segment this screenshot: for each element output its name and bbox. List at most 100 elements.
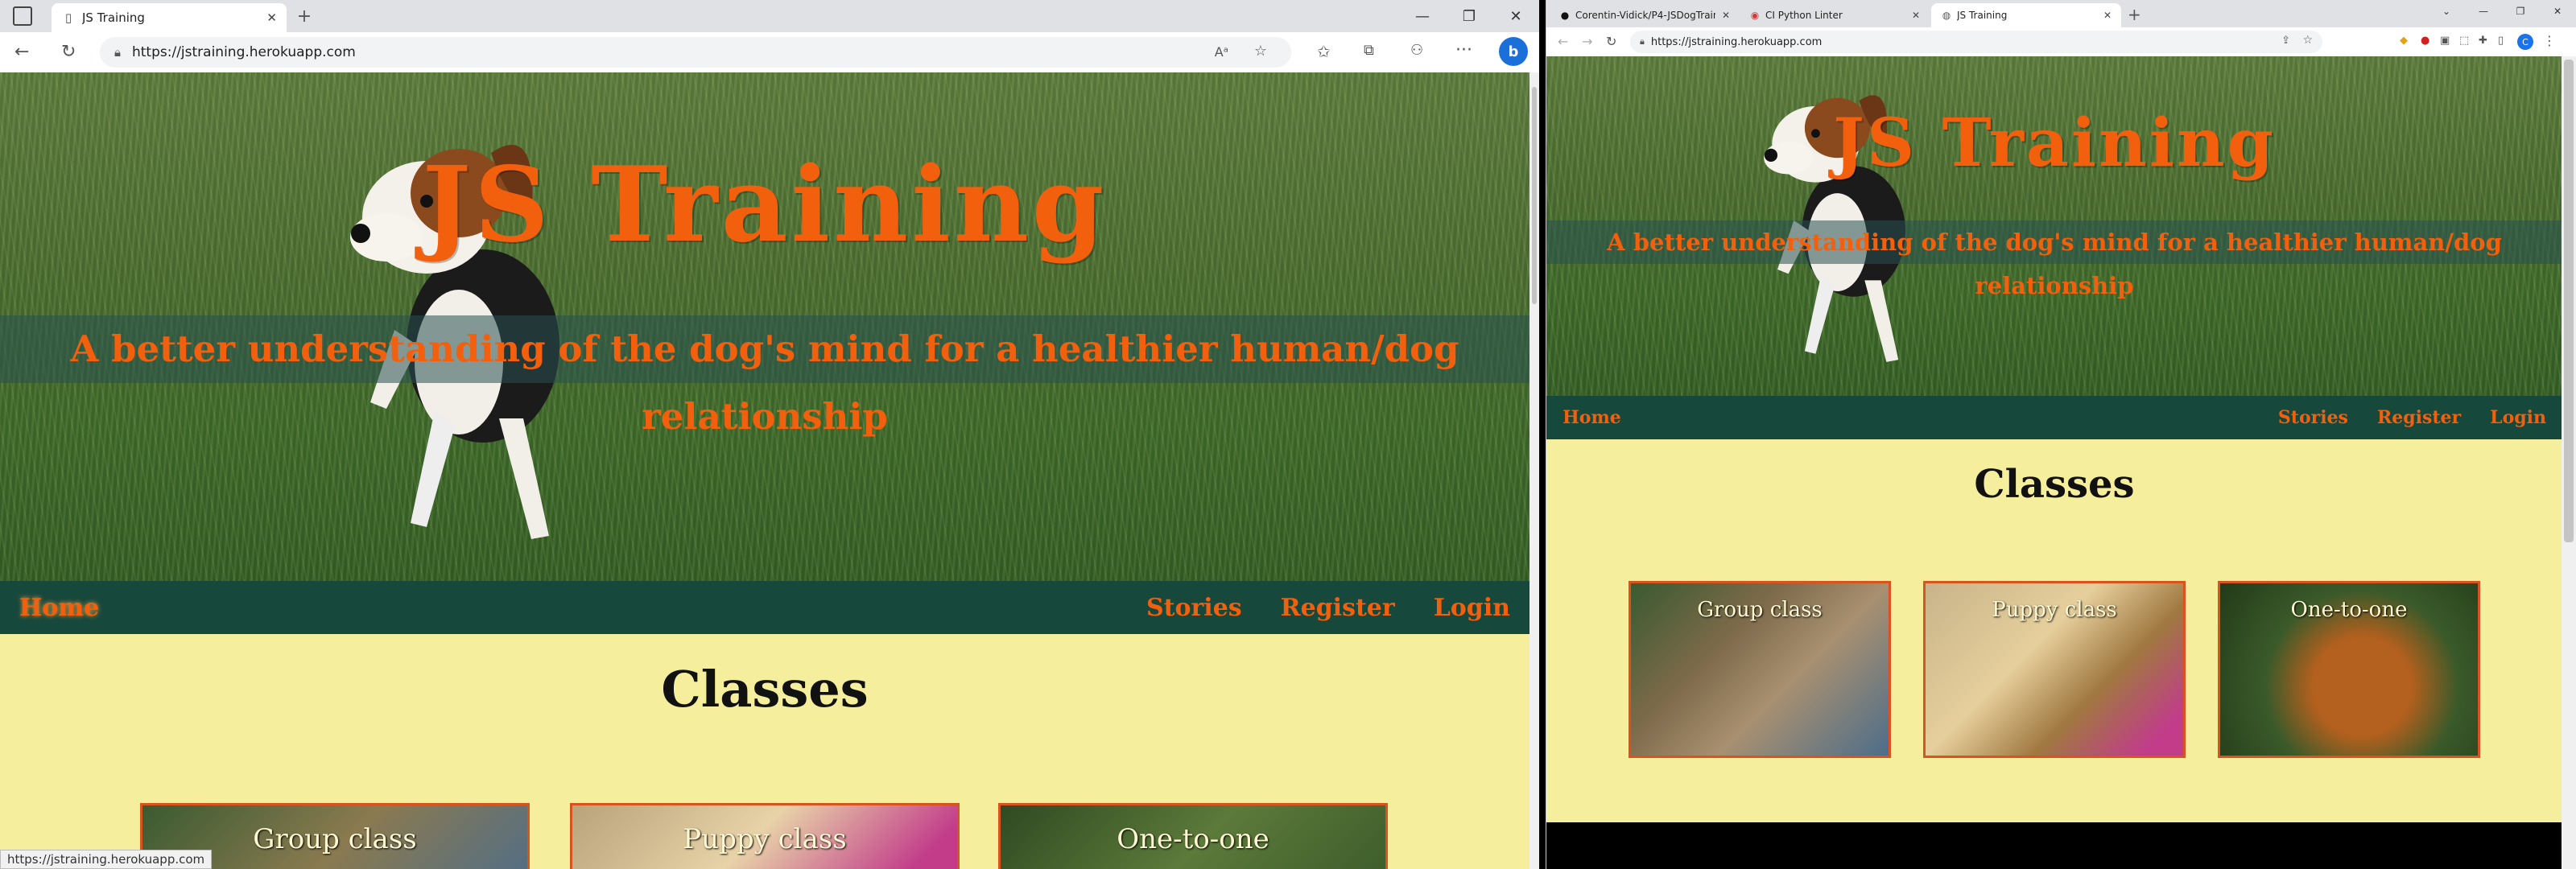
section-title: Classes	[661, 660, 869, 719]
copilot-icon[interactable]: b	[1499, 37, 1528, 66]
extension-4-icon[interactable]: ⬚	[2459, 35, 2469, 47]
share-icon[interactable]: ⇪	[2281, 35, 2290, 47]
hero-banner: JS Training A better understanding of th…	[1546, 56, 2562, 396]
tab-github[interactable]: ● Corentin-Vidick/P4-JSDogTrainin ✕	[1550, 3, 1740, 27]
extension-2-icon[interactable]: ●	[2421, 35, 2429, 47]
collections-icon[interactable]: ⧉	[1364, 42, 1374, 59]
tab-python-linter[interactable]: ◉ CI Python Linter ✕	[1740, 3, 1930, 27]
class-label: Puppy class	[683, 823, 847, 855]
class-card-puppy[interactable]: Puppy class	[1923, 581, 2186, 758]
tab-title: JS Training	[82, 10, 145, 25]
new-tab-icon[interactable]: +	[2128, 5, 2141, 24]
github-icon: ●	[1560, 10, 1570, 21]
section-title: Classes	[1974, 462, 2135, 507]
nav-register[interactable]: Register	[2377, 407, 2461, 428]
class-card-puppy[interactable]: Puppy class	[570, 803, 960, 869]
tab-title: Corentin-Vidick/P4-JSDogTrainin	[1575, 10, 1715, 21]
url-text: https://jstraining.herokuapp.com	[1650, 35, 1823, 48]
tagline: A better understanding of the dog's mind…	[1546, 220, 2562, 299]
nav-stories[interactable]: Stories	[2278, 407, 2348, 428]
tab-title: CI Python Linter	[1765, 10, 1843, 21]
browser-toolbar: ← ↻ 🔒︎ https://jstraining.herokuapp.com …	[0, 32, 1539, 72]
left-browser-window: ▯ JS Training ✕ + — ❐ ✕ ← ↻ 🔒︎ https://j…	[0, 0, 1539, 869]
lock-icon: 🔒︎	[1640, 36, 1645, 47]
side-panel-icon[interactable]: ▯	[2498, 35, 2504, 47]
class-card-one-to-one[interactable]: One-to-one	[998, 803, 1388, 869]
class-card-one-to-one[interactable]: One-to-one	[2218, 581, 2480, 758]
refresh-icon[interactable]: ↻	[1606, 34, 1616, 49]
right-scrollbar[interactable]	[2562, 56, 2576, 869]
linter-icon: ◉	[1750, 10, 1760, 21]
close-window-icon[interactable]: ✕	[1492, 0, 1539, 32]
profile-avatar[interactable]: C	[2517, 34, 2533, 50]
tab-bar: ● Corentin-Vidick/P4-JSDogTrainin ✕ ◉ CI…	[1546, 0, 2576, 27]
close-tab-icon[interactable]: ✕	[1722, 10, 1730, 21]
right-browser-window: ● Corentin-Vidick/P4-JSDogTrainin ✕ ◉ CI…	[1546, 0, 2576, 869]
classes-section: Classes Group class Puppy class One-to-o…	[0, 634, 1530, 869]
tab-js-training[interactable]: ▯ JS Training ✕	[52, 3, 287, 32]
add-favorite-icon[interactable]: ☆	[1254, 43, 1267, 60]
refresh-icon[interactable]: ↻	[61, 42, 76, 62]
extensions-puzzle-icon[interactable]: ✚	[2479, 35, 2487, 47]
nav-right-group: Stories Register Login	[2278, 407, 2546, 428]
tab-title: JS Training	[1957, 10, 2008, 21]
address-bar[interactable]: 🔒︎ https://jstraining.herokuapp.com ⇪ ☆	[1630, 31, 2322, 53]
right-page-viewport: JS Training A better understanding of th…	[1546, 56, 2562, 869]
maximize-icon[interactable]: ❐	[2502, 0, 2539, 23]
class-card-group[interactable]: Group class	[1629, 581, 1891, 758]
url-text: https://jstraining.herokuapp.com	[131, 44, 356, 60]
tab-search-icon[interactable]: ⌄	[2428, 0, 2465, 23]
back-icon[interactable]: ←	[1558, 34, 1568, 49]
maximize-icon[interactable]: ❐	[1446, 0, 1492, 32]
class-label: Puppy class	[1992, 598, 2117, 622]
window-controls: ⌄ — ❐ ✕	[2428, 0, 2576, 27]
site-title: JS Training	[422, 145, 1108, 266]
tagline: A better understanding of the dog's mind…	[0, 315, 1530, 438]
new-tab-icon[interactable]: +	[293, 5, 316, 27]
class-label: Group class	[1697, 598, 1823, 622]
close-tab-icon[interactable]: ✕	[1912, 10, 1920, 21]
page-footer-area	[1546, 822, 2562, 869]
extension-1-icon[interactable]: ◆	[2400, 35, 2408, 47]
nav-register[interactable]: Register	[1281, 594, 1395, 622]
main-nav: Home Stories Register Login	[0, 581, 1530, 634]
tab-bar: ▯ JS Training ✕ + — ❐ ✕	[0, 0, 1539, 32]
minimize-icon[interactable]: —	[2465, 0, 2502, 23]
globe-icon: ◍	[1942, 10, 1951, 21]
bookmark-star-icon[interactable]: ☆	[2302, 34, 2313, 47]
close-tab-icon[interactable]: ✕	[266, 10, 277, 25]
favorites-icon[interactable]: ✩	[1317, 42, 1331, 61]
classes-section: Classes Group class Puppy class One-to-o…	[1546, 439, 2562, 822]
site-title: JS Training	[1833, 105, 2276, 182]
nav-login[interactable]: Login	[1434, 594, 1510, 622]
tab-actions-icon[interactable]	[13, 6, 32, 26]
nav-login[interactable]: Login	[2490, 407, 2546, 428]
close-window-icon[interactable]: ✕	[2539, 0, 2576, 23]
page-icon: ▯	[64, 10, 72, 25]
more-menu-icon[interactable]: ⋮	[2543, 33, 2556, 48]
back-icon[interactable]: ←	[14, 42, 29, 62]
tab-js-training[interactable]: ◍ JS Training ✕	[1931, 3, 2121, 27]
scrollbar-thumb[interactable]	[1532, 87, 1537, 304]
left-scrollbar[interactable]	[1530, 72, 1539, 869]
more-menu-icon[interactable]: ···	[1455, 40, 1472, 60]
main-nav: Home Stories Register Login	[1546, 396, 2562, 439]
nav-home[interactable]: Home	[1563, 407, 1621, 428]
close-tab-icon[interactable]: ✕	[2103, 10, 2112, 21]
read-aloud-icon[interactable]: Aᵃ	[1215, 44, 1228, 60]
class-label: One-to-one	[1117, 823, 1269, 855]
nav-right-group: Stories Register Login	[1146, 594, 1510, 622]
left-page-viewport: JS Training A better understanding of th…	[0, 72, 1530, 869]
address-bar[interactable]: 🔒︎ https://jstraining.herokuapp.com Aᵃ ☆	[100, 37, 1291, 68]
extension-3-icon[interactable]: ▣	[2440, 35, 2450, 47]
window-controls: — ❐ ✕	[1399, 0, 1539, 32]
nav-stories[interactable]: Stories	[1146, 594, 1242, 622]
nav-home[interactable]: Home	[19, 594, 99, 622]
lock-icon: 🔒︎	[114, 45, 121, 60]
browser-toolbar: ← → ↻ 🔒︎ https://jstraining.herokuapp.co…	[1546, 27, 2576, 56]
minimize-icon[interactable]: —	[1399, 0, 1446, 32]
extensions-icon[interactable]: ⚇	[1410, 42, 1423, 59]
forward-icon[interactable]: →	[1582, 34, 1592, 49]
class-label: One-to-one	[2290, 598, 2408, 622]
scrollbar-thumb[interactable]	[2564, 60, 2574, 542]
